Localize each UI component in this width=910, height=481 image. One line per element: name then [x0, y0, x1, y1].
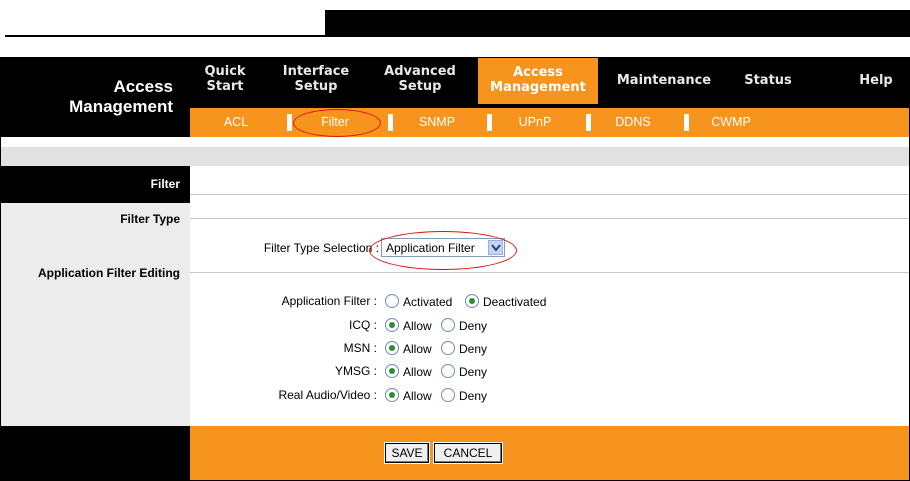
nav-label: Quick	[204, 64, 246, 79]
brand-title-line1: Access	[113, 77, 173, 96]
subnav-ddns[interactable]: DDNS	[598, 108, 668, 137]
nav-help[interactable]: Help	[854, 73, 898, 88]
radio-ymsg-allow-label[interactable]: Allow	[403, 365, 432, 379]
router-panel: Access Management Quick Start Interface …	[0, 57, 910, 481]
nav-label: Interface	[282, 64, 350, 79]
radio-realav-allow[interactable]	[385, 388, 399, 402]
radio-msn-deny[interactable]	[441, 341, 455, 355]
real-audio-video-label: Real Audio/Video :	[278, 388, 377, 402]
divider	[190, 218, 909, 219]
brand-block: Access Management	[1, 58, 190, 137]
divider	[190, 272, 909, 273]
nav-quick-start[interactable]: Quick Start	[194, 64, 256, 94]
nav-interface-setup[interactable]: Interface Setup	[276, 64, 356, 94]
label-app-filter-editing: Application Filter Editing	[38, 266, 180, 280]
nav-access-management[interactable]: Access Management	[478, 58, 598, 104]
left-footer	[1, 426, 190, 480]
filter-type-selection-label: Filter Type Selection :	[263, 241, 379, 255]
radio-activated[interactable]	[385, 294, 399, 308]
subnav-acl[interactable]: ACL	[206, 108, 266, 137]
nav-label: Setup	[398, 79, 442, 94]
section-title-filter: Filter	[1, 166, 190, 203]
nav-label: Access	[513, 65, 563, 80]
subnav-separator	[684, 114, 689, 131]
radio-ymsg-allow[interactable]	[385, 364, 399, 378]
icq-label: ICQ :	[348, 318, 377, 332]
nav-label: Management	[490, 80, 586, 95]
divider	[190, 194, 909, 195]
radio-icq-deny[interactable]	[441, 318, 455, 332]
subnav-separator	[487, 114, 492, 131]
highlight-ring-filter-select	[369, 231, 517, 270]
radio-deactivated[interactable]	[465, 294, 479, 308]
main-nav: Quick Start Interface Setup Advanced Set…	[190, 58, 909, 108]
nav-advanced-setup[interactable]: Advanced Setup	[376, 64, 464, 94]
grey-band	[1, 147, 909, 166]
radio-icq-allow[interactable]	[385, 318, 399, 332]
radio-icq-deny-label[interactable]: Deny	[459, 319, 487, 333]
ymsg-label: YMSG :	[334, 364, 377, 378]
subnav-snmp[interactable]: SNMP	[402, 108, 472, 137]
nav-label: Setup	[294, 79, 338, 94]
radio-realav-deny-label[interactable]: Deny	[459, 389, 487, 403]
radio-deactivated-label[interactable]: Deactivated	[483, 295, 546, 309]
radio-msn-allow[interactable]	[385, 341, 399, 355]
nav-label: Advanced	[384, 64, 456, 79]
radio-msn-deny-label[interactable]: Deny	[459, 342, 487, 356]
nav-label: Start	[206, 79, 244, 94]
highlight-ring-filter-tab	[293, 109, 381, 137]
radio-msn-allow-label[interactable]: Allow	[403, 342, 432, 356]
label-filter-type: Filter Type	[120, 212, 180, 226]
footer-bar	[190, 426, 909, 480]
top-decoration	[0, 0, 910, 38]
subnav-separator	[287, 114, 292, 131]
top-black-bar	[325, 10, 910, 37]
save-button[interactable]: SAVE	[384, 442, 430, 464]
top-divider-line	[5, 35, 325, 37]
nav-label: Maintenance	[616, 73, 712, 88]
radio-ymsg-deny-label[interactable]: Deny	[459, 365, 487, 379]
msn-label: MSN :	[343, 341, 377, 355]
brand-title-line2: Management	[69, 97, 173, 116]
radio-ymsg-deny[interactable]	[441, 364, 455, 378]
radio-icq-allow-label[interactable]: Allow	[403, 319, 432, 333]
left-column: Filter Filter Type Application Filter Ed…	[1, 166, 190, 426]
cancel-button[interactable]: CANCEL	[433, 442, 503, 464]
nav-label: Status	[744, 73, 792, 88]
subnav-upnp[interactable]: UPnP	[500, 108, 570, 137]
nav-status[interactable]: Status	[738, 73, 798, 88]
application-filter-label: Application Filter :	[281, 294, 377, 308]
subnav-separator	[586, 114, 591, 131]
nav-label: Help	[859, 73, 893, 88]
radio-activated-label[interactable]: Activated	[403, 295, 452, 309]
subnav-separator	[388, 114, 393, 131]
nav-maintenance[interactable]: Maintenance	[610, 73, 718, 88]
subnav-cwmp[interactable]: CWMP	[696, 108, 766, 137]
radio-realav-deny[interactable]	[441, 388, 455, 402]
radio-realav-allow-label[interactable]: Allow	[403, 389, 432, 403]
